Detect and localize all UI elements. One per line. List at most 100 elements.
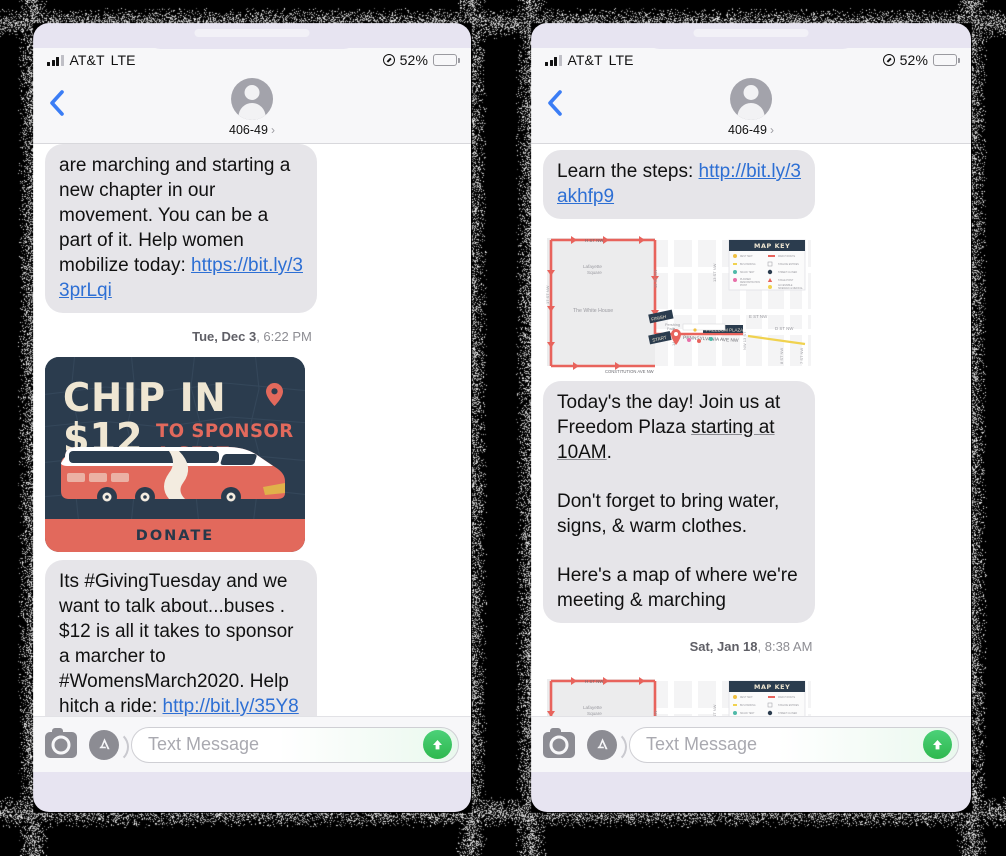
status-bar-right: 52% — [883, 52, 957, 68]
status-bar: AT&T LTE 52% — [531, 48, 971, 72]
app-store-icon[interactable] — [587, 730, 617, 760]
message-paragraph-1: Today's the day! Join us at Freedom Plaz… — [557, 390, 801, 465]
message-input-placeholder: Text Message — [646, 734, 923, 755]
camera-icon[interactable] — [45, 732, 77, 758]
donate-button[interactable]: DONATE — [45, 519, 305, 552]
svg-text:CONSTITUTION AVE NW: CONSTITUTION AVE NW — [605, 369, 654, 374]
location-services-icon — [883, 54, 895, 66]
signal-bars-icon — [47, 55, 64, 66]
svg-text:Lafayette: Lafayette — [583, 264, 602, 269]
contact-name-row[interactable]: 406-49 › — [728, 123, 774, 137]
battery-percent-label: 52% — [400, 52, 428, 68]
svg-text:The White House: The White House — [573, 308, 613, 314]
camera-icon[interactable] — [543, 732, 575, 758]
network-type-label: LTE — [609, 52, 634, 68]
contact-avatar-icon — [730, 78, 772, 120]
svg-text:D ST NW: D ST NW — [775, 326, 794, 331]
svg-text:REST TENT: REST TENT — [740, 697, 753, 699]
back-button[interactable] — [547, 90, 563, 116]
svg-text:REST TENT: REST TENT — [740, 256, 753, 258]
svg-text:STAGING ENTRIES: STAGING ENTRIES — [778, 263, 799, 266]
network-type-label: LTE — [111, 52, 136, 68]
battery-icon — [933, 54, 957, 66]
message-text: Its #GivingTuesday and we want to talk a… — [59, 571, 293, 716]
message-thread-right[interactable]: Learn the steps: http://bit.ly/3akhfp9 H… — [531, 144, 971, 716]
message-input-bar: Text Message — [33, 716, 471, 772]
svg-text:17 ST NW: 17 ST NW — [545, 285, 550, 304]
contact-name-label: 406-49 — [728, 123, 767, 137]
phone-left-screen: AT&T LTE 52% 406-49 › are marching and s… — [33, 48, 471, 772]
map-key-box: MAP KEY REST TENT MARCH ROUTE BUS PARKIN… — [729, 240, 805, 290]
svg-text:SNACK TENT: SNACK TENT — [740, 271, 755, 274]
svg-text:STREET CLOSED: STREET CLOSED — [778, 272, 797, 274]
svg-text:STAGING ENTRIES: STAGING ENTRIES — [778, 704, 799, 707]
message-bubble-learn-steps[interactable]: Learn the steps: http://bit.ly/3akhfp9 — [543, 150, 815, 219]
message-input-bar: Text Message — [531, 716, 971, 772]
status-bar-left: AT&T LTE — [47, 52, 136, 68]
app-store-icon[interactable] — [89, 730, 119, 760]
thread-content: Learn the steps: http://bit.ly/3akhfp9 H… — [543, 150, 959, 716]
phone-left: AT&T LTE 52% 406-49 › are marching and s… — [33, 23, 471, 812]
svg-text:MARCH ROUTE: MARCH ROUTE — [778, 696, 796, 699]
send-button[interactable] — [923, 730, 952, 759]
conversation-nav-bar: 406-49 › — [531, 72, 971, 144]
svg-text:Square: Square — [587, 270, 602, 275]
svg-text:DEMONSTRATION: DEMONSTRATION — [740, 281, 760, 284]
signal-bars-icon — [545, 55, 562, 66]
contact-header[interactable]: 406-49 › — [728, 78, 774, 137]
contact-name-label: 406-49 — [229, 123, 268, 137]
svg-text:ACCESSIBLE: ACCESSIBLE — [778, 284, 793, 287]
march-route-map-image-2[interactable]: H ST NW Lafayette Square The White House… — [543, 667, 811, 716]
message-paragraph-2: Don't forget to bring water, signs, & wa… — [557, 489, 801, 539]
phone-right-screen: AT&T LTE 52% 406-49 › Learn the steps: h… — [531, 48, 971, 772]
timestamp-dec-3: Tue, Dec 3, 6:22 PM — [45, 329, 459, 344]
svg-text:13 ST NW: 13 ST NW — [712, 263, 717, 282]
chevron-right-icon: › — [770, 124, 774, 136]
svg-text:MARCH ROUTE: MARCH ROUTE — [778, 255, 796, 258]
contact-avatar-icon — [231, 78, 273, 120]
timestamp-time: , 6:22 PM — [256, 329, 312, 344]
svg-text:MAP KEY: MAP KEY — [754, 683, 790, 691]
battery-icon — [433, 54, 457, 66]
svg-text:15 ST NW: 15 ST NW — [653, 269, 658, 288]
location-services-icon — [383, 54, 395, 66]
thread-content: are marching and starting a new chapter … — [45, 144, 459, 716]
timestamp-date: Tue, Dec 3 — [192, 329, 256, 344]
message-bubble-todays-the-day[interactable]: Today's the day! Join us at Freedom Plaz… — [543, 381, 815, 623]
svg-text:H ST NW: H ST NW — [585, 679, 604, 684]
send-button[interactable] — [423, 730, 452, 759]
svg-text:Lafayette: Lafayette — [583, 705, 602, 710]
dc-map-svg: H ST NW Lafayette Square The White House… — [543, 667, 811, 716]
svg-text:BUS PARKING: BUS PARKING — [740, 704, 756, 707]
message-input-field[interactable]: Text Message — [131, 727, 459, 763]
svg-text:STAGE POINT: STAGE POINT — [778, 279, 794, 282]
donation-subline-1: TO SPONSOR — [156, 420, 294, 441]
march-route-map-image-1[interactable]: H ST NW Lafayette Square The White House… — [543, 226, 811, 374]
svg-text:POINT: POINT — [740, 285, 748, 287]
donation-image-card[interactable]: CHIP IN $12 TO SPONSOR A SEAT — [45, 357, 305, 552]
message-text: Learn the steps: — [557, 161, 699, 182]
status-bar-left: AT&T LTE — [545, 52, 634, 68]
status-bar: AT&T LTE 52% — [33, 48, 471, 72]
carrier-label: AT&T — [70, 52, 105, 68]
message-bubble-mobilize[interactable]: are marching and starting a new chapter … — [45, 144, 317, 313]
back-button[interactable] — [49, 90, 65, 116]
carrier-label: AT&T — [568, 52, 603, 68]
message-text-tail: . — [607, 442, 612, 463]
donation-card-art: CHIP IN $12 TO SPONSOR A SEAT — [45, 357, 305, 519]
status-bar-right: 52% — [383, 52, 457, 68]
timestamp-time: , 8:38 AM — [758, 639, 813, 654]
notch-speaker-pill — [195, 29, 310, 37]
svg-text:BUS PARKING: BUS PARKING — [740, 263, 756, 266]
contact-name-row[interactable]: 406-49 › — [229, 123, 275, 137]
svg-text:E ST NW: E ST NW — [749, 314, 768, 319]
contact-header[interactable]: 406-49 › — [229, 78, 275, 137]
phone-right: AT&T LTE 52% 406-49 › Learn the steps: h… — [531, 23, 971, 812]
message-input-field[interactable]: Text Message — [629, 727, 959, 763]
message-thread-left[interactable]: are marching and starting a new chapter … — [33, 144, 471, 716]
dc-map-svg: H ST NW Lafayette Square The White House… — [543, 226, 811, 374]
notch-speaker-pill — [694, 29, 809, 37]
message-bubble-givingtuesday[interactable]: Its #GivingTuesday and we want to talk a… — [45, 560, 317, 716]
message-input-placeholder: Text Message — [148, 734, 423, 755]
donation-headline: CHIP IN — [63, 381, 289, 417]
